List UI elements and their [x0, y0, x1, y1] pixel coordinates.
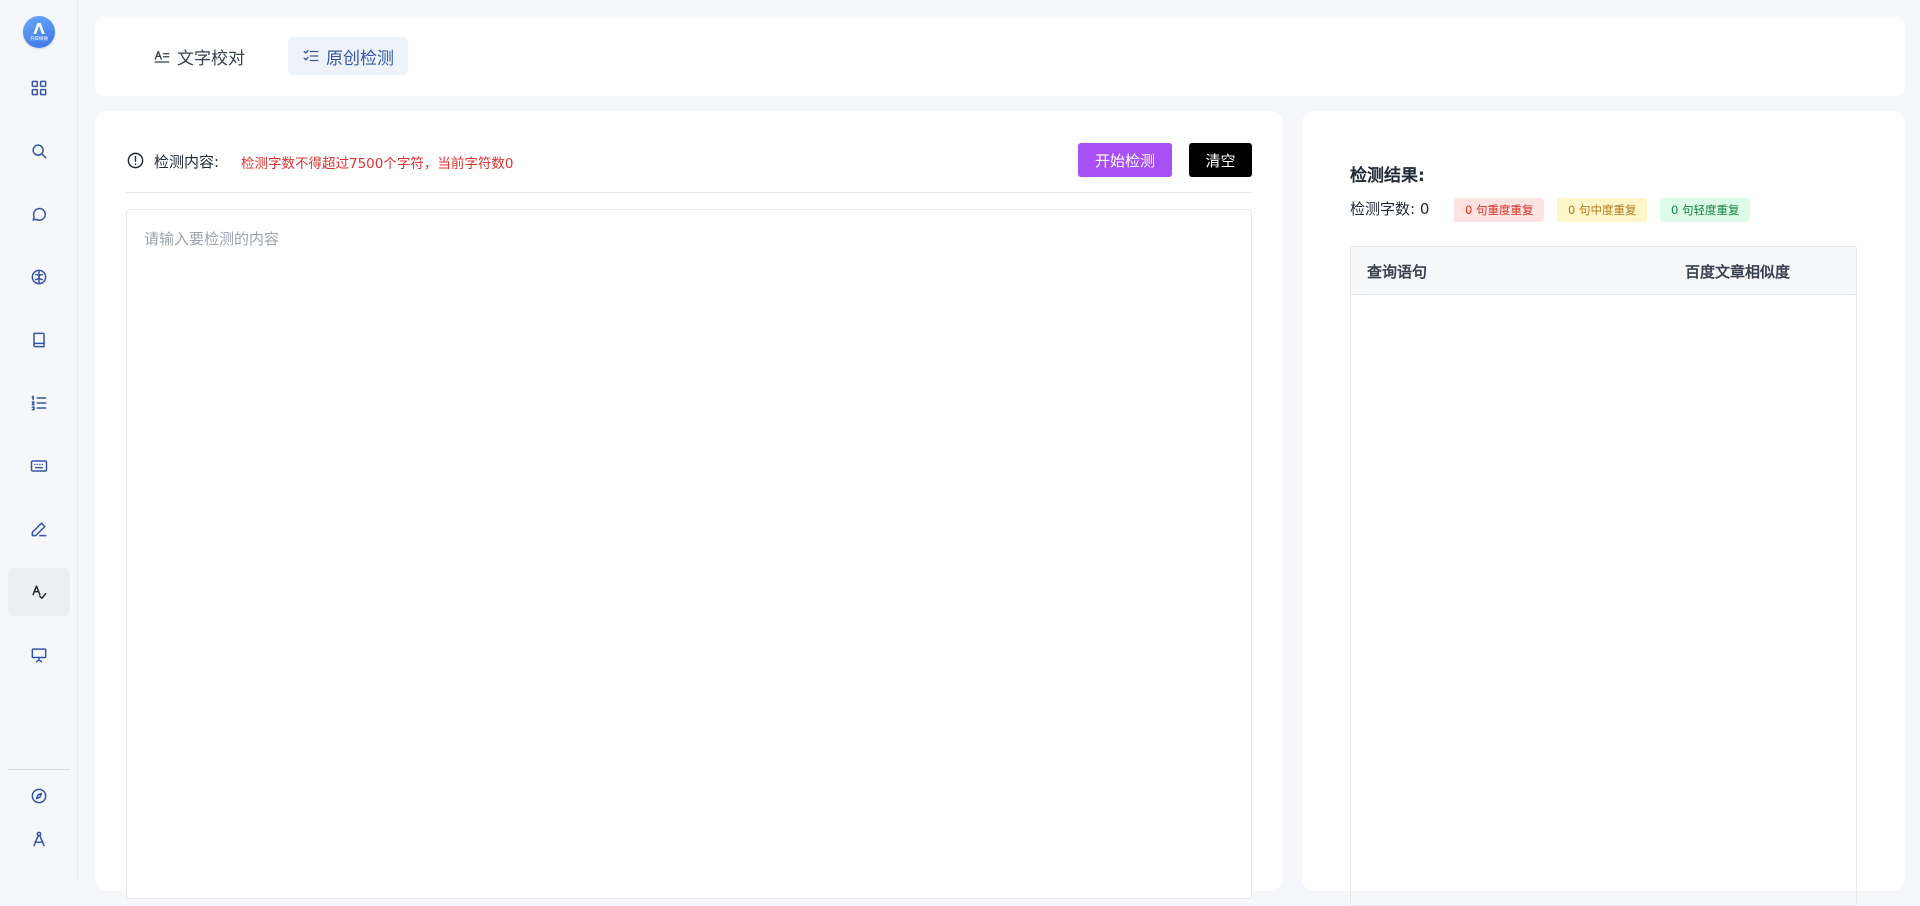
nav-item-pen[interactable] — [8, 505, 70, 553]
app-logo[interactable]: Λ 开辟探微 — [23, 16, 55, 48]
tab-originality-check[interactable]: 原创检测 — [288, 37, 408, 75]
info-icon — [126, 151, 145, 170]
nav-item-search[interactable] — [8, 127, 70, 175]
detect-result-panel: 检测结果: 检测字数: 0 0 句重度重复 0 句中度重复 0 句轻度重复 查询… — [1302, 111, 1905, 906]
medium-duplicate-badge: 0 句中度重复 — [1557, 198, 1648, 222]
result-title: 检测结果: — [1350, 166, 1425, 186]
header-divider — [126, 192, 1252, 193]
book-icon — [33, 332, 45, 348]
nav-item-keyboard[interactable] — [8, 442, 70, 490]
sidebar-divider — [8, 769, 70, 770]
content-label: 检测内容: — [154, 153, 220, 171]
checklist-icon — [303, 50, 319, 62]
nav-item-presentation[interactable] — [8, 631, 70, 679]
nav-item-tools[interactable] — [8, 815, 70, 863]
chat-icon — [32, 207, 47, 221]
nav-item-book[interactable] — [8, 316, 70, 364]
detect-header: 检测内容: 检测字数不得超过7500个字符，当前字符数0 开始检测 清空 — [126, 142, 1252, 178]
sidebar: Λ 开辟探微 — [0, 0, 78, 880]
detect-input-panel: 检测内容: 检测字数不得超过7500个字符，当前字符数0 开始检测 清空 — [95, 111, 1283, 899]
presentation-icon — [31, 648, 47, 663]
heavy-duplicate-badge: 0 句重度重复 — [1454, 198, 1545, 222]
keyboard-icon — [30, 460, 48, 472]
tab-label: 文字校对 — [177, 48, 245, 69]
tabs-bar: 文字校对 原创检测 — [95, 17, 1905, 96]
pen-icon — [31, 522, 47, 537]
table-header: 查询语句 百度文章相似度 — [1351, 247, 1856, 295]
detect-content-input[interactable] — [126, 209, 1252, 899]
column-header-query: 查询语句 — [1367, 263, 1428, 281]
brain-icon — [31, 269, 47, 285]
detected-count: 检测字数: 0 — [1350, 200, 1430, 218]
search-icon — [32, 144, 47, 159]
tab-label: 原创检测 — [326, 48, 394, 69]
nav-item-chat[interactable] — [8, 190, 70, 238]
list-ordered-icon — [31, 395, 47, 411]
compass-icon — [31, 788, 47, 804]
nav-item-brain[interactable] — [8, 253, 70, 301]
grid-icon — [31, 80, 47, 96]
column-header-similarity: 百度文章相似度 — [1685, 263, 1791, 281]
result-table: 查询语句 百度文章相似度 — [1350, 246, 1857, 906]
drafting-compass-icon — [33, 831, 45, 847]
text-proofread-icon — [154, 50, 170, 63]
nav-item-explore[interactable] — [8, 772, 70, 820]
char-limit-warning: 检测字数不得超过7500个字符，当前字符数0 — [241, 156, 514, 172]
tab-text-proofread[interactable]: 文字校对 — [139, 37, 259, 75]
logo-text: 开辟探微 — [29, 36, 48, 42]
nav-item-list[interactable] — [8, 379, 70, 427]
clear-button[interactable]: 清空 — [1189, 143, 1252, 177]
logo-mark: Λ — [33, 20, 45, 38]
nav-item-dashboard[interactable] — [8, 64, 70, 112]
nav-item-proofread[interactable] — [8, 568, 70, 616]
start-detect-button[interactable]: 开始检测 — [1078, 143, 1172, 177]
light-duplicate-badge: 0 句轻度重复 — [1660, 198, 1751, 222]
spellcheck-icon — [32, 585, 47, 599]
